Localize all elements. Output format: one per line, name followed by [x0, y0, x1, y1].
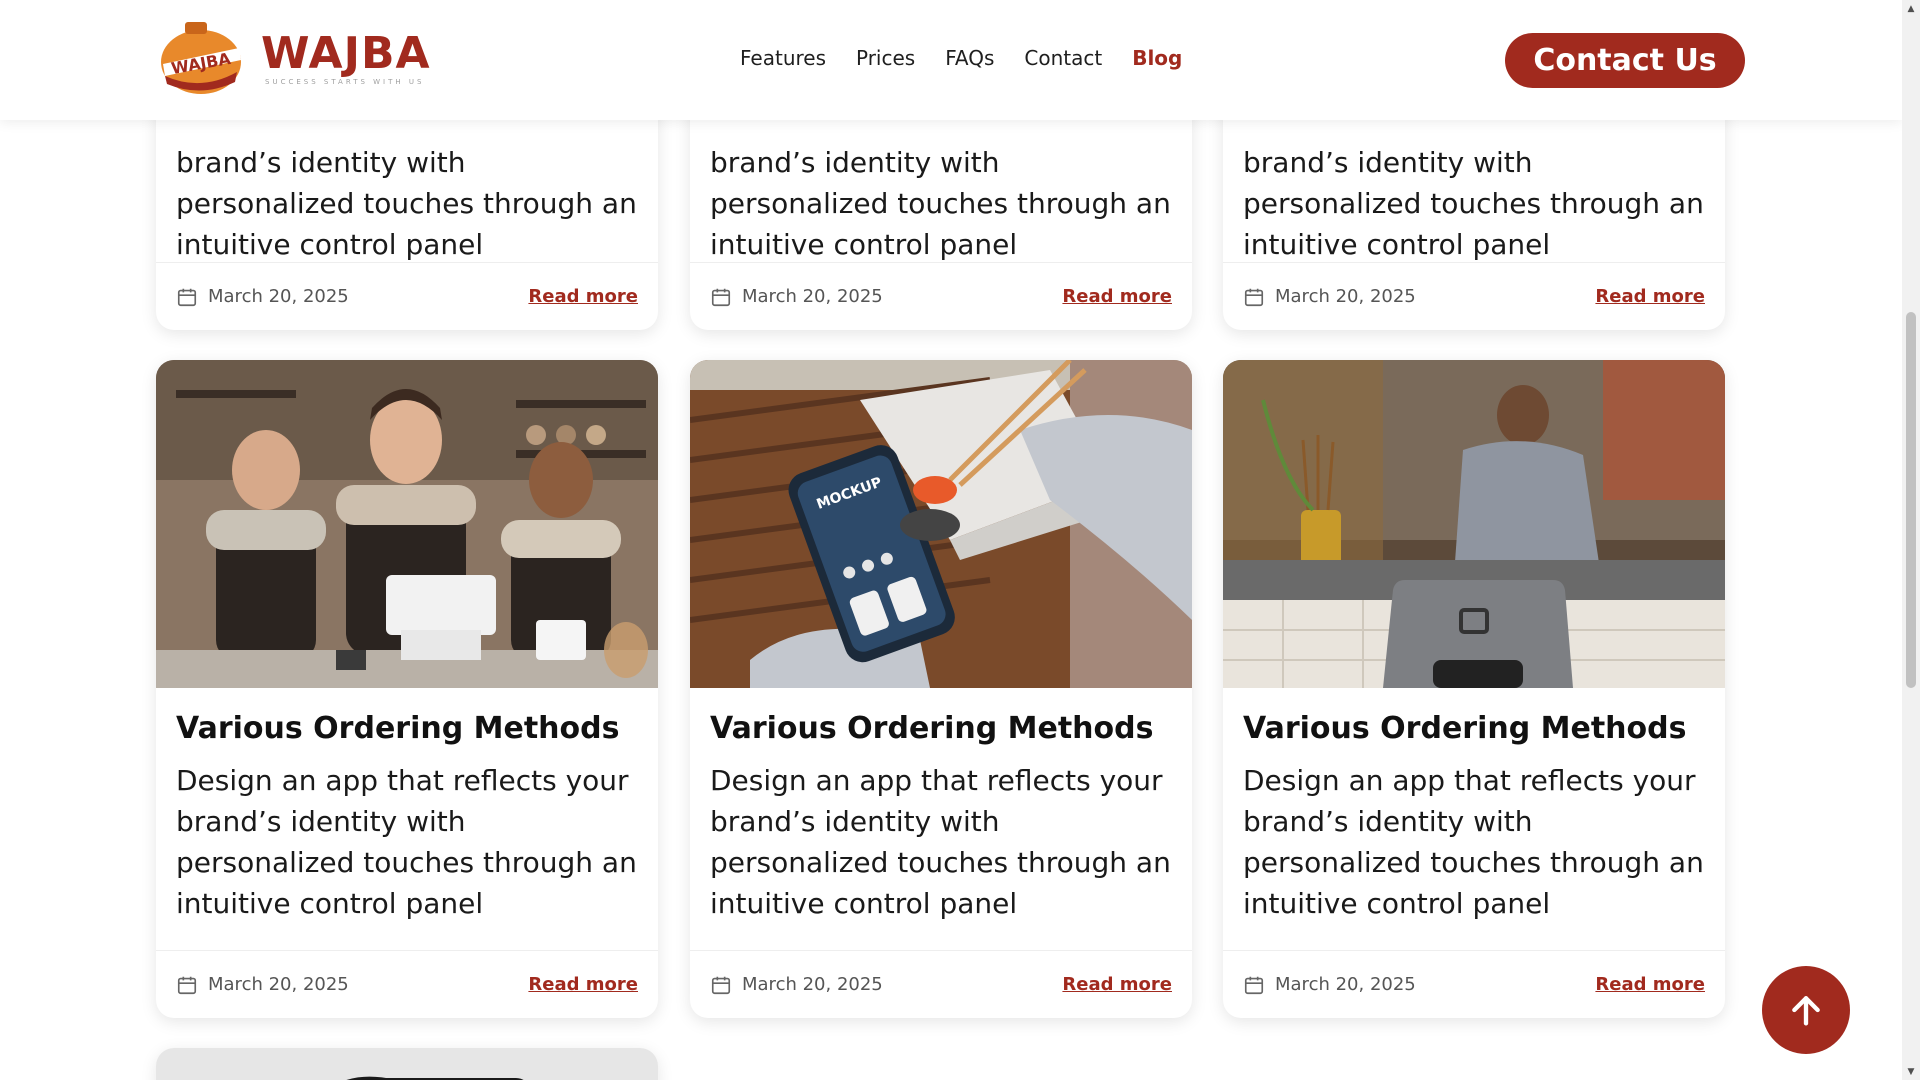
card-image-partial: [156, 1048, 658, 1080]
calendar-icon: [1244, 288, 1264, 306]
blog-card[interactable]: [156, 1048, 658, 1080]
card-image-pos-tablet: [1223, 360, 1725, 688]
nav-blog[interactable]: Blog: [1132, 46, 1182, 70]
nav-contact[interactable]: Contact: [1024, 46, 1102, 70]
card-date: March 20, 2025: [208, 974, 349, 995]
card-image-baristas: [156, 360, 658, 688]
nav-prices[interactable]: Prices: [856, 46, 915, 70]
card-footer: March 20, 2025 Read more: [156, 950, 658, 1018]
scroll-to-top-button[interactable]: [1762, 966, 1850, 1054]
logo-tagline: SUCCESS STARTS WITH US: [265, 78, 425, 86]
card-date: March 20, 2025: [1275, 974, 1416, 995]
blog-card[interactable]: MOCKUP Various Ordering Methods Design a…: [690, 360, 1192, 1018]
contact-us-button[interactable]: Contact Us: [1505, 33, 1745, 88]
calendar-icon: [177, 288, 197, 306]
scroll-up-arrow-icon[interactable]: ▲: [1902, 0, 1920, 17]
card-description: Design an app that reflects your brand’s…: [176, 764, 637, 920]
card-title[interactable]: Various Ordering Methods: [176, 710, 638, 748]
blog-card[interactable]: Various Ordering Methods Design an app t…: [1223, 360, 1725, 1018]
read-more-link[interactable]: Read more: [528, 974, 638, 995]
blog-card[interactable]: Various Ordering Methods Design an app t…: [156, 360, 658, 1018]
page-scrollbar[interactable]: ▲ ▼: [1902, 0, 1920, 1080]
calendar-icon: [177, 976, 197, 994]
arrow-up-icon: [1792, 996, 1820, 1026]
site-header: WAJBA WAJBA SUCCESS STARTS WITH US Featu…: [0, 0, 1902, 120]
card-footer: March 20, 2025 Read more: [156, 262, 658, 330]
card-title[interactable]: Various Ordering Methods: [710, 710, 1172, 748]
calendar-icon: [711, 288, 731, 306]
card-footer: March 20, 2025 Read more: [690, 950, 1192, 1018]
scroll-down-arrow-icon[interactable]: ▼: [1902, 1063, 1920, 1080]
read-more-link[interactable]: Read more: [1062, 974, 1172, 995]
read-more-link[interactable]: Read more: [1062, 286, 1172, 307]
read-more-link[interactable]: Read more: [528, 286, 638, 307]
card-date: March 20, 2025: [742, 974, 883, 995]
nav-features[interactable]: Features: [740, 46, 826, 70]
card-image-phone-ordering: MOCKUP: [690, 360, 1192, 688]
card-date: March 20, 2025: [208, 286, 349, 307]
main-nav: Features Prices FAQs Contact Blog: [740, 46, 1212, 70]
card-footer: March 20, 2025 Read more: [690, 262, 1192, 330]
card-description: Design an app that reflects your brand’s…: [1243, 764, 1704, 920]
logo-word: WAJBA: [261, 28, 431, 79]
card-footer: March 20, 2025 Read more: [1223, 950, 1725, 1018]
calendar-icon: [711, 976, 731, 994]
card-title[interactable]: Various Ordering Methods: [1243, 710, 1705, 748]
card-description: Design an app that reflects your brand’s…: [710, 764, 1171, 920]
read-more-link[interactable]: Read more: [1595, 974, 1705, 995]
card-footer: March 20, 2025 Read more: [1223, 262, 1725, 330]
scrollbar-thumb[interactable]: [1906, 312, 1916, 688]
logo[interactable]: WAJBA WAJBA SUCCESS STARTS WITH US: [155, 18, 431, 98]
calendar-icon: [1244, 976, 1264, 994]
read-more-link[interactable]: Read more: [1595, 286, 1705, 307]
card-date: March 20, 2025: [1275, 286, 1416, 307]
card-date: March 20, 2025: [742, 286, 883, 307]
logo-badge-icon: WAJBA: [155, 18, 247, 98]
nav-faqs[interactable]: FAQs: [945, 46, 994, 70]
